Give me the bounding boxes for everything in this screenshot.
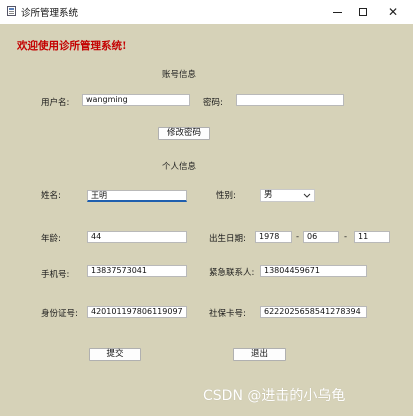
account-section-title: 账号信息 (162, 70, 197, 80)
social-security-input[interactable]: 6222025658541278394 (260, 306, 367, 318)
minimize-icon (332, 11, 342, 13)
phone-label: 手机号: (41, 270, 70, 280)
date-separator: - (344, 232, 348, 242)
maximize-icon (359, 8, 367, 16)
gender-selected-value: 男 (264, 190, 273, 200)
social-security-label: 社保卡号: (209, 309, 246, 319)
gender-label: 性别: (216, 191, 236, 201)
birthdate-label: 出生日期: (209, 234, 246, 244)
name-input[interactable]: 王明 (87, 190, 187, 202)
age-label: 年龄: (41, 234, 61, 244)
phone-input[interactable]: 13837573041 (87, 265, 187, 277)
birth-year-input[interactable]: 1978 (255, 231, 292, 243)
change-password-button[interactable]: 修改密码 (158, 127, 210, 140)
name-label: 姓名: (41, 191, 61, 201)
id-number-input[interactable]: 420101197806119097 (87, 306, 187, 318)
birth-month-input[interactable]: 06 (303, 231, 339, 243)
close-icon: ✕ (387, 5, 399, 19)
date-separator: - (296, 232, 300, 242)
personal-section-title: 个人信息 (162, 162, 197, 172)
close-button[interactable]: ✕ (375, 0, 411, 24)
gender-select[interactable]: 男 (260, 189, 315, 202)
title-bar: 诊所管理系统 ✕ (0, 0, 413, 24)
password-input[interactable] (236, 94, 344, 106)
password-label: 密码: (203, 98, 223, 108)
submit-button[interactable]: 提交 (89, 348, 141, 361)
id-number-label: 身份证号: (41, 309, 78, 319)
window-title: 诊所管理系统 (21, 8, 79, 19)
app-icon (7, 6, 16, 16)
username-input[interactable]: wangming (82, 94, 190, 106)
emergency-contact-label: 紧急联系人: (209, 268, 255, 278)
age-input[interactable]: 44 (87, 231, 187, 243)
exit-button[interactable]: 退出 (233, 348, 286, 361)
username-label: 用户名: (41, 98, 70, 108)
watermark: CSDN @进击的小乌龟 (203, 388, 346, 404)
welcome-heading: 欢迎使用诊所管理系统! (17, 40, 127, 52)
chevron-down-icon (303, 193, 311, 198)
emergency-contact-input[interactable]: 13804459671 (260, 265, 367, 277)
birth-day-input[interactable]: 11 (354, 231, 390, 243)
